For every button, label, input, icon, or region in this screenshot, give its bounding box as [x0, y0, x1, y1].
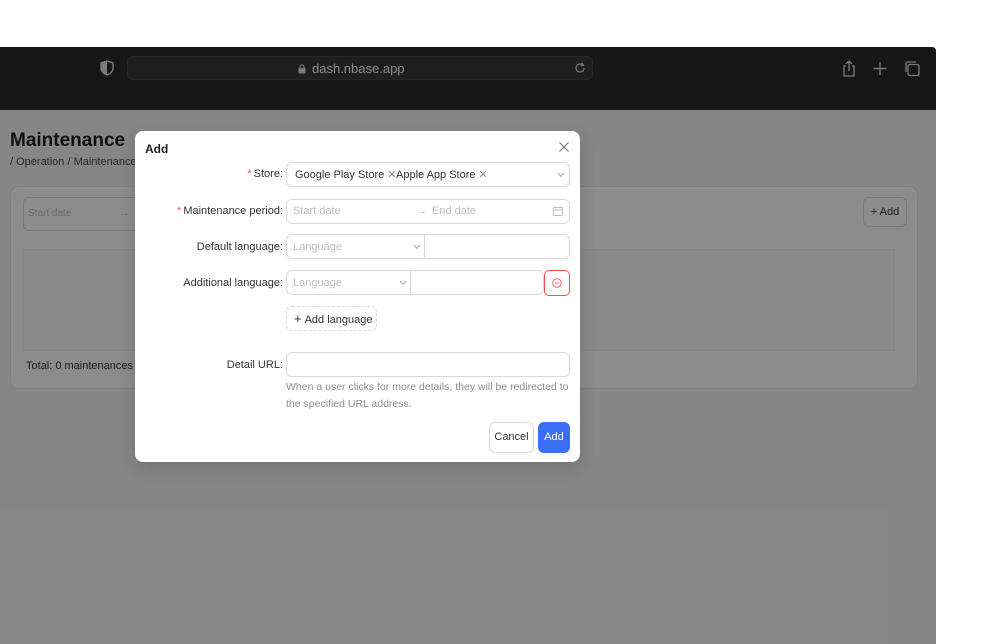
cancel-button[interactable]: Cancel	[489, 422, 534, 453]
close-icon[interactable]	[558, 141, 570, 153]
minus-circle-icon	[552, 278, 562, 288]
store-tag: Apple App Store ✕	[396, 169, 488, 181]
plus-icon: +	[294, 311, 302, 326]
remove-language-button[interactable]	[544, 270, 570, 296]
default-language-text-input[interactable]	[425, 235, 569, 258]
period-label: * Maintenance period:	[177, 205, 283, 217]
range-arrow: →	[416, 205, 427, 217]
chevron-down-icon	[557, 172, 565, 178]
add-language-button[interactable]: + Add language	[286, 306, 377, 331]
start-date-placeholder[interactable]: Start date	[293, 205, 341, 217]
end-date-placeholder[interactable]: End date	[432, 205, 476, 217]
calendar-icon	[553, 206, 563, 216]
chevron-down-icon	[413, 244, 421, 250]
default-language-select[interactable]: Language	[293, 241, 342, 253]
additional-language-text-input[interactable]	[411, 271, 543, 294]
detail-url-label: Detail URL:	[226, 359, 283, 371]
store-tag: Google Play Store ✕	[295, 169, 397, 181]
add-maintenance-modal: Add * Store: Google Play Store ✕ Apple App…	[135, 131, 580, 462]
additional-language-select[interactable]: Language	[293, 277, 342, 289]
period-range-picker[interactable]: Start date → End date	[286, 199, 570, 224]
add-button[interactable]: Add	[538, 422, 570, 453]
store-label: * Store:	[247, 168, 283, 180]
chevron-down-icon	[399, 280, 407, 286]
additional-language-field: Language	[286, 270, 544, 295]
additional-language-label: Additional language:	[183, 277, 283, 289]
detail-url-input[interactable]	[286, 352, 570, 377]
remove-tag-icon[interactable]: ✕	[479, 169, 488, 181]
detail-url-hint: When a user clicks for more details, the…	[286, 381, 569, 410]
default-language-label: Default language:	[196, 241, 283, 253]
default-language-field: Language	[286, 234, 570, 259]
modal-title: Add	[145, 142, 169, 156]
store-select[interactable]: Google Play Store ✕ Apple App Store ✕	[286, 162, 570, 187]
